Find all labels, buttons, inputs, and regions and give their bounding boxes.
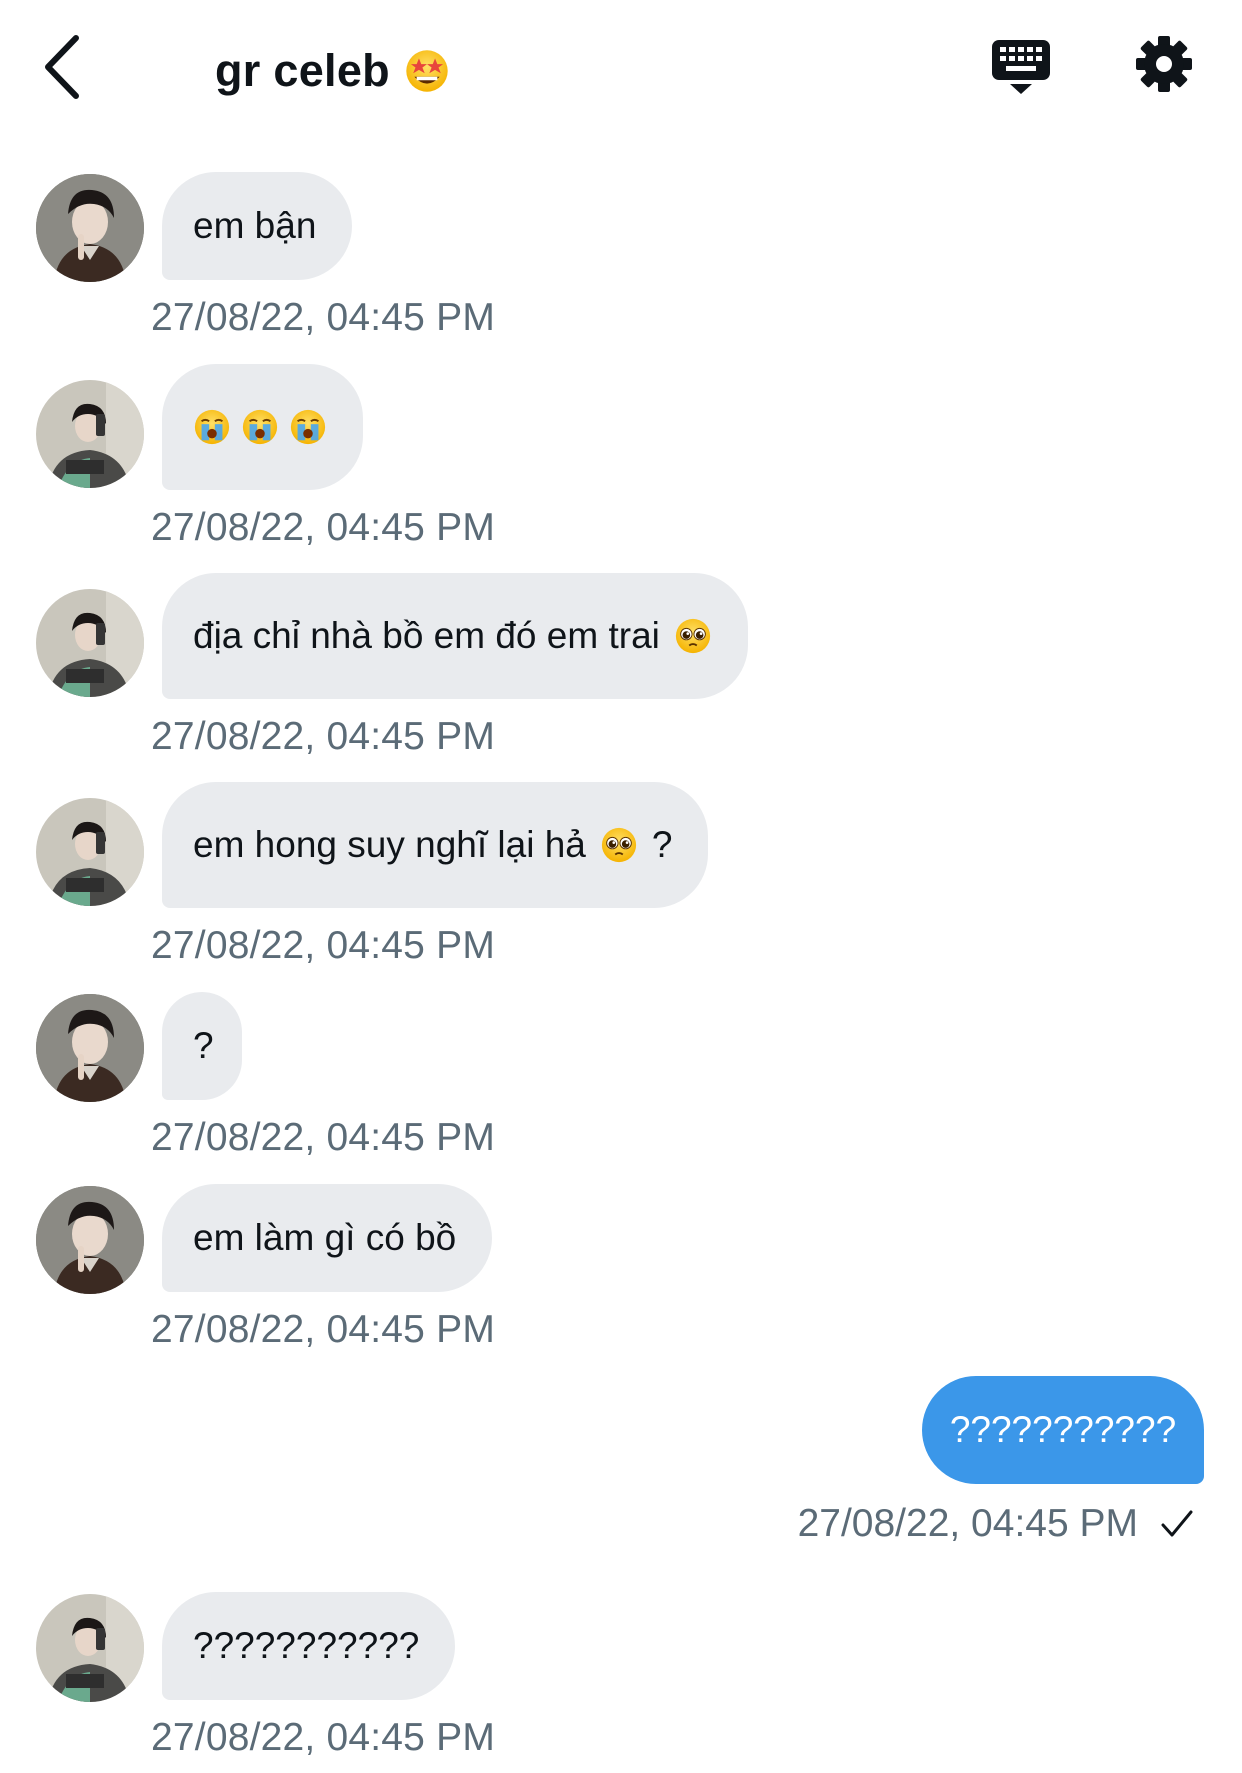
message-text-suffix: ? [651, 824, 673, 865]
avatar[interactable] [36, 1186, 144, 1294]
message-timestamp: 27/08/22, 04:45 PM [151, 1716, 496, 1759]
check-icon [1161, 1510, 1193, 1537]
pleading-emoji-icon [600, 826, 638, 864]
star-struck-emoji-icon [404, 48, 450, 94]
sent-message-bubble[interactable]: ??????????? [922, 1376, 1204, 1484]
avatar[interactable] [36, 994, 144, 1102]
message-timestamp: 27/08/22, 04:45 PM [151, 1308, 496, 1351]
message-text: ??????????? [193, 1625, 420, 1666]
avatar[interactable] [36, 1594, 144, 1702]
avatar[interactable] [36, 380, 144, 488]
message-timestamp: 27/08/22, 04:45 PM [151, 296, 496, 339]
message-timestamp: 27/08/22, 04:45 PM [151, 1116, 496, 1159]
avatar[interactable] [36, 589, 144, 697]
pleading-emoji-icon [674, 617, 712, 655]
message-bubble[interactable]: em hong suy nghĩ lại hả ? [162, 782, 709, 908]
chevron-left-icon[interactable] [38, 30, 98, 104]
message-timestamp: 27/08/22, 04:45 PM [151, 506, 496, 549]
message-text: địa chỉ nhà bồ em đó em trai [193, 615, 660, 656]
crying-emoji-icon [241, 408, 279, 446]
message-bubble[interactable] [162, 364, 363, 490]
sent-message-meta: 27/08/22, 04:45 PM [798, 1502, 1194, 1546]
message-text: em hong suy nghĩ lại hả [193, 824, 586, 865]
conversation-title[interactable]: gr celeb [215, 40, 450, 102]
message-bubble[interactable]: ??????????? [162, 1592, 456, 1700]
message-bubble[interactable]: em làm gì có bồ [162, 1184, 493, 1292]
avatar[interactable] [36, 798, 144, 906]
message-text: em làm gì có bồ [193, 1217, 457, 1258]
message-timestamp: 27/08/22, 04:45 PM [151, 715, 496, 758]
message-bubble[interactable]: địa chỉ nhà bồ em đó em trai [162, 573, 748, 699]
gear-icon[interactable] [1134, 34, 1194, 94]
crying-emoji-icon [289, 408, 327, 446]
sent-message-text: ??????????? [949, 1409, 1177, 1450]
message-text: em bận [193, 205, 317, 246]
chat-header: gr celeb [0, 0, 1242, 140]
message-text: ? [193, 1025, 214, 1066]
sent-message-timestamp: 27/08/22, 04:45 PM [797, 1502, 1138, 1545]
message-timestamp: 27/08/22, 04:45 PM [151, 924, 496, 967]
message-bubble[interactable]: ? [162, 992, 242, 1100]
crying-emoji-icon [193, 408, 231, 446]
message-bubble[interactable]: em bận [162, 172, 353, 280]
keyboard-icon[interactable] [990, 36, 1052, 98]
conversation-name: gr celeb [215, 45, 390, 96]
avatar[interactable] [36, 174, 144, 282]
